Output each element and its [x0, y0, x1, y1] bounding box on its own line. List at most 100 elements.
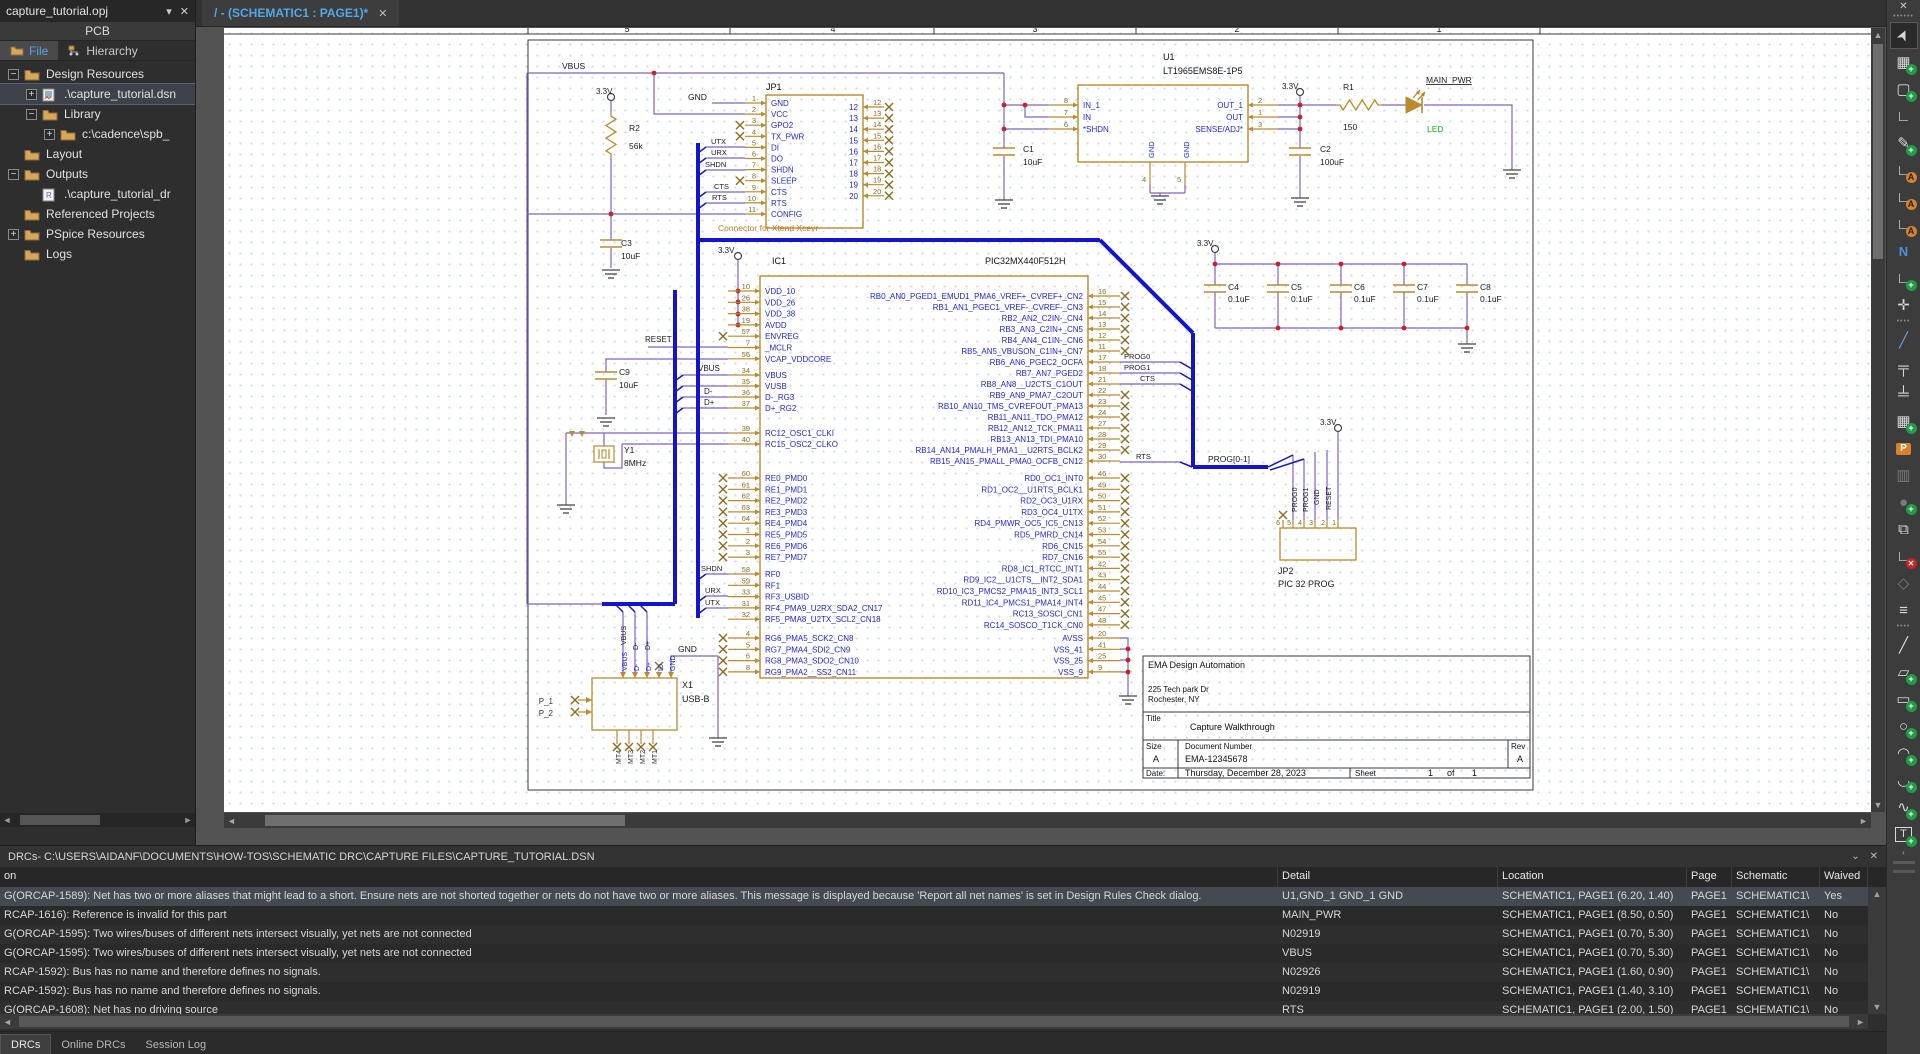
hierarchical-block-icon[interactable]: ▦+ — [1891, 409, 1917, 434]
svg-text:GND: GND — [678, 644, 697, 654]
place-wire-icon[interactable]: ∟ — [1891, 104, 1917, 129]
drc-row[interactable]: G(ORCAP-1595): Two wires/buses of differ… — [0, 944, 1868, 963]
place-line-diag-icon[interactable]: ╱ — [1891, 328, 1917, 353]
collapse-icon[interactable]: − — [8, 169, 19, 180]
place-power-icon[interactable]: ╤ — [1891, 355, 1917, 380]
tree-item-layout[interactable]: Layout — [0, 144, 195, 164]
svg-text:SLEEP: SLEEP — [771, 177, 797, 186]
tree-item-logs[interactable]: Logs — [0, 244, 195, 264]
collapsed-panel-strip[interactable] — [1893, 870, 1915, 873]
chevron-down-icon[interactable]: ⌄ — [1851, 851, 1859, 862]
drc-row[interactable]: RCAP-1592): Bus has no name and therefor… — [0, 982, 1868, 1001]
bus-entry-icon[interactable]: ≡ — [1891, 598, 1917, 623]
drc-vscrollbar[interactable]: ▲▼ — [1868, 887, 1886, 1014]
bottom-tab-drcs[interactable]: DRCs — [0, 1034, 51, 1054]
tab-file[interactable]: File — [0, 41, 58, 60]
tab-schematic-page1[interactable]: / - (SCHEMATIC1 : PAGE1)* ✕ — [202, 0, 399, 26]
select-arrow-icon[interactable]: ➤ — [1891, 23, 1917, 48]
svg-text:Document Number: Document Number — [1185, 742, 1252, 751]
place-bus-icon[interactable]: ∟+ — [1891, 266, 1917, 291]
col-description[interactable]: on — [0, 867, 1278, 887]
svg-text:13: 13 — [849, 114, 858, 123]
close-icon[interactable]: ✕ — [1870, 851, 1878, 862]
draw-ellipse-icon[interactable]: ○+ — [1891, 714, 1917, 739]
col-location[interactable]: Location — [1498, 867, 1687, 887]
tree-item-referenced-projects[interactable]: Referenced Projects — [0, 204, 195, 224]
close-icon[interactable]: ✕ — [180, 5, 189, 18]
tree-item-c-cadence-spb-[interactable]: +c:\cadence\spb_ — [0, 124, 195, 144]
draw-arc2-icon[interactable]: ◡+ — [1891, 768, 1917, 793]
col-waived[interactable]: Waived — [1820, 867, 1868, 887]
toolbar-handle[interactable]: •••••• — [1893, 14, 1914, 22]
col-page[interactable]: Page — [1687, 867, 1732, 887]
tab-hierarchy[interactable]: Hierarchy — [58, 41, 147, 60]
chevron-down-icon[interactable]: ▾ — [166, 5, 172, 18]
place-ground-icon[interactable]: ╧ — [1891, 382, 1917, 407]
close-icon[interactable]: ✕ — [378, 7, 387, 20]
collapsed-panel-strip[interactable] — [1893, 861, 1915, 864]
canvas-hscrollbar[interactable]: ◄► — [224, 813, 1871, 828]
drc-row[interactable]: RCAP-1592): Bus has no name and therefor… — [0, 963, 1868, 982]
origin-icon[interactable]: ✛ — [1891, 293, 1917, 318]
off-page-connector-icon[interactable]: ⧉ — [1891, 517, 1917, 542]
expand-icon[interactable]: + — [44, 129, 55, 140]
expand-icon[interactable]: + — [26, 89, 37, 100]
col-schematic[interactable]: Schematic — [1732, 867, 1820, 887]
project-titlebar[interactable]: capture_tutorial.opj ▾ ✕ — [0, 0, 195, 22]
wire-alias-2-icon[interactable]: ∟A — [1891, 185, 1917, 210]
netgroup-icon[interactable]: N — [1891, 239, 1917, 264]
place-pin-icon[interactable]: ▥ — [1891, 463, 1917, 488]
drc-row[interactable]: RCAP-1616): Reference is invalid for thi… — [0, 906, 1868, 925]
canvas-vscrollbar[interactable]: ▲▼ — [1871, 28, 1885, 812]
tree-item--capture-tutorial-dsn[interactable]: +.\capture_tutorial.dsn — [0, 84, 195, 104]
svg-text:32: 32 — [742, 610, 750, 619]
draw-rectangle-icon[interactable]: ▭+ — [1891, 687, 1917, 712]
svg-text:39: 39 — [742, 424, 750, 433]
toolbar-overflow-arrow[interactable]: ‹ — [1902, 848, 1905, 858]
drc-row[interactable]: G(ORCAP-1589): Net has two or more alias… — [0, 887, 1868, 906]
tree-item-outputs[interactable]: −Outputs — [0, 164, 195, 184]
bottom-tab-online-drcs[interactable]: Online DRCs — [51, 1035, 135, 1054]
drc-row[interactable]: G(ORCAP-1608): Net has no driving source… — [0, 1001, 1868, 1014]
place-part-icon[interactable]: ▦+ — [1891, 50, 1917, 75]
tree-item--capture-tutorial-dr[interactable]: R.\capture_tutorial_dr — [0, 184, 195, 204]
draw-text-icon[interactable]: T+ — [1891, 822, 1917, 847]
svg-text:USB-B: USB-B — [682, 694, 710, 704]
ieee-symbol-icon[interactable]: ◇ — [1891, 571, 1917, 596]
tree-item-design-resources[interactable]: −Design Resources — [0, 64, 195, 84]
drc-path-bar[interactable]: DRCs- C:\USERS\AIDANF\DOCUMENTS\HOW-TOS\… — [0, 846, 1886, 867]
tree-item-library[interactable]: −Library — [0, 104, 195, 124]
svg-text:RG7_PMA4_SDI2_CN9: RG7_PMA4_SDI2_CN9 — [765, 645, 851, 654]
place-port-icon[interactable]: P — [1891, 436, 1917, 461]
svg-text:11: 11 — [748, 205, 756, 214]
collapse-icon[interactable]: − — [26, 109, 37, 120]
drc-hscrollbar[interactable]: ◄► — [0, 1014, 1868, 1029]
pcb-header[interactable]: PCB — [0, 22, 195, 41]
svg-text:PIC32MX440F512H: PIC32MX440F512H — [985, 256, 1066, 266]
wire-alias-icon[interactable]: ∟A — [1891, 158, 1917, 183]
pin-array-icon[interactable]: ●+ — [1891, 490, 1917, 515]
col-detail[interactable]: Detail — [1278, 867, 1498, 887]
draw-arc-icon[interactable]: ◠+ — [1891, 741, 1917, 766]
draw-polyline-icon[interactable]: ▱+ — [1891, 660, 1917, 685]
schematic-canvas[interactable]: 54321DEMA Design Automation225 Tech park… — [224, 28, 1871, 812]
draw-line-icon[interactable]: ╱ — [1891, 633, 1917, 658]
close-icon[interactable]: ✕ — [1899, 0, 1907, 14]
svg-text:0.1uF: 0.1uF — [1291, 294, 1313, 304]
svg-text:3.3V: 3.3V — [1320, 418, 1337, 427]
place-part-search-icon[interactable]: ▢+ — [1891, 77, 1917, 102]
project-tree-hscrollbar[interactable]: ◄► — [0, 813, 195, 827]
no-connect-icon[interactable]: ∟✕ — [1891, 544, 1917, 569]
drc-row[interactable]: G(ORCAP-1595): Two wires/buses of differ… — [0, 925, 1868, 944]
bus-alias-icon[interactable]: ∟A — [1891, 212, 1917, 237]
collapse-icon[interactable]: − — [8, 69, 19, 80]
svg-text:10uF: 10uF — [619, 380, 638, 390]
draw-bezier-icon[interactable]: ∿+ — [1891, 795, 1917, 820]
tree-item-pspice-resources[interactable]: +PSpice Resources — [0, 224, 195, 244]
svg-text:38: 38 — [742, 305, 750, 314]
svg-text:1: 1 — [1472, 768, 1477, 778]
svg-text:13: 13 — [1098, 320, 1106, 329]
expand-icon[interactable]: + — [8, 229, 19, 240]
bottom-tab-session-log[interactable]: Session Log — [136, 1035, 217, 1054]
place-net-alias-icon[interactable]: ✎+ — [1891, 131, 1917, 156]
